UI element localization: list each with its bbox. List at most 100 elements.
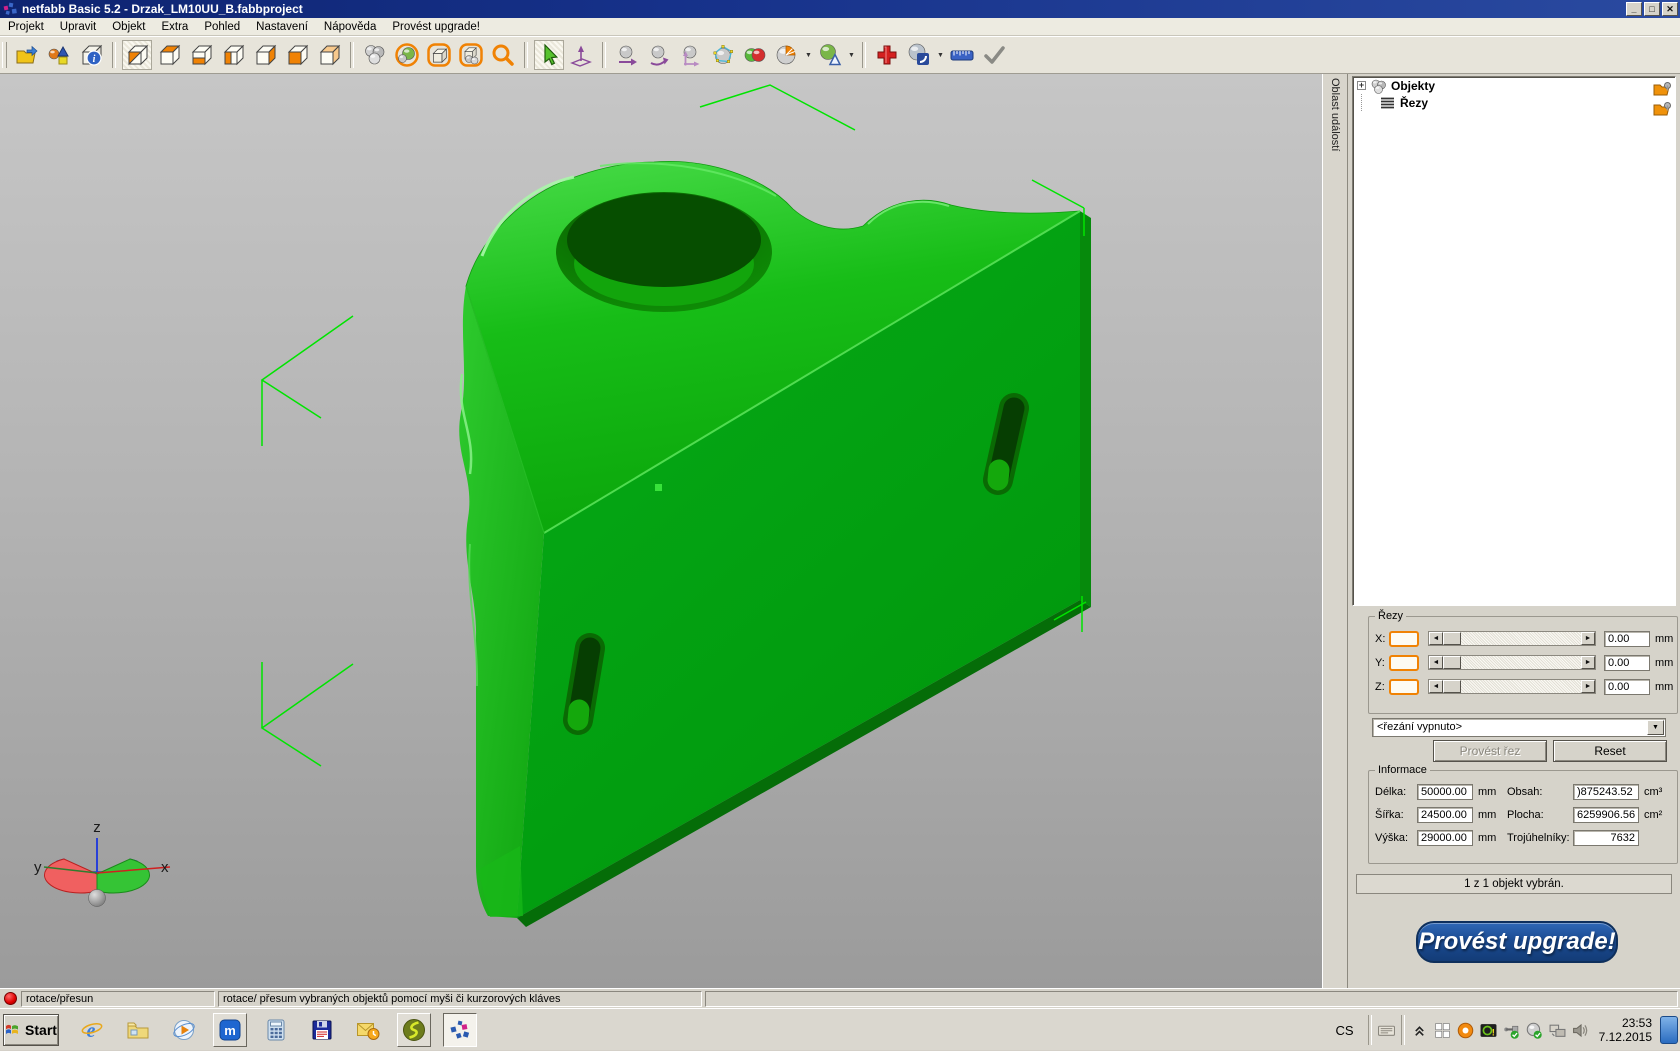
rotate-view-tool-icon[interactable] bbox=[566, 40, 596, 70]
nvidia-icon[interactable]: ! bbox=[1480, 1022, 1497, 1039]
chevron-down-icon[interactable]: ▼ bbox=[1647, 720, 1664, 735]
menu-item-upravit[interactable]: Upravit bbox=[52, 19, 104, 35]
internet-explorer-icon[interactable]: e bbox=[75, 1013, 109, 1047]
volume-icon[interactable] bbox=[1572, 1022, 1589, 1039]
slice-scrollbar[interactable]: ◄► bbox=[1428, 631, 1596, 646]
info-value-field[interactable]: 50000.00 bbox=[1417, 784, 1473, 800]
view-top-icon[interactable] bbox=[154, 40, 184, 70]
maxthon-icon[interactable]: m bbox=[213, 1013, 247, 1047]
select-tool-icon[interactable] bbox=[534, 40, 564, 70]
upgrade-button[interactable]: Provést upgrade! bbox=[1416, 921, 1618, 963]
scroll-right-icon[interactable]: ► bbox=[1581, 656, 1595, 669]
save-icon[interactable] bbox=[305, 1013, 339, 1047]
show-desktop-button[interactable] bbox=[1660, 1016, 1678, 1044]
menu-item-prov-st-upgrade[interactable]: Provést upgrade! bbox=[384, 19, 488, 35]
maximize-button[interactable]: □ bbox=[1644, 2, 1660, 16]
info-value-field[interactable]: )875243.52 bbox=[1573, 784, 1639, 800]
slice-position-field[interactable]: 0.00 bbox=[1604, 679, 1650, 695]
scroll-right-icon[interactable]: ► bbox=[1581, 680, 1595, 693]
scroll-left-icon[interactable]: ◄ bbox=[1429, 656, 1443, 669]
windows-icon[interactable] bbox=[1434, 1022, 1451, 1039]
slice-position-field[interactable]: 0.00 bbox=[1604, 631, 1650, 647]
load-objects-folder-icon[interactable] bbox=[1653, 81, 1672, 96]
network-icon[interactable] bbox=[1549, 1022, 1566, 1039]
avg-icon[interactable] bbox=[1457, 1022, 1474, 1039]
netfabb-icon[interactable] bbox=[443, 1013, 477, 1047]
cut-part-dropdown-icon[interactable]: ▼ bbox=[803, 40, 814, 70]
usb-icon[interactable] bbox=[1503, 1022, 1520, 1039]
spybot-icon[interactable] bbox=[397, 1013, 431, 1047]
view-right-icon[interactable] bbox=[250, 40, 280, 70]
scale-part-icon[interactable] bbox=[676, 40, 706, 70]
scroll-right-icon[interactable]: ► bbox=[1581, 632, 1595, 645]
viewport-3d[interactable]: z y x bbox=[0, 74, 1322, 988]
part-repair-icon[interactable] bbox=[872, 40, 902, 70]
minimize-button[interactable]: _ bbox=[1626, 2, 1642, 16]
open-project-icon[interactable] bbox=[12, 40, 42, 70]
calculator-icon[interactable] bbox=[259, 1013, 293, 1047]
menu-item-n-pov-da[interactable]: Nápověda bbox=[316, 19, 384, 35]
execute-slice-button[interactable]: Provést řez bbox=[1433, 740, 1547, 762]
toolbar-grip[interactable] bbox=[2, 42, 7, 68]
rotate-part-icon[interactable] bbox=[644, 40, 674, 70]
menu-item-projekt[interactable]: Projekt bbox=[0, 19, 52, 35]
event-panel-header[interactable]: Oblast událostí bbox=[1322, 74, 1348, 988]
cut-part-icon[interactable] bbox=[772, 40, 802, 70]
tree-expander-icon[interactable]: + bbox=[1357, 81, 1366, 90]
reset-button[interactable]: Reset bbox=[1553, 740, 1667, 762]
add-part-icon[interactable] bbox=[44, 40, 74, 70]
clock[interactable]: 23:53 7.12.2015 bbox=[1599, 1016, 1652, 1044]
scroll-left-icon[interactable]: ◄ bbox=[1429, 680, 1443, 693]
apply-icon[interactable] bbox=[979, 40, 1009, 70]
boolean-operation-icon[interactable] bbox=[740, 40, 770, 70]
slice-scrollbar[interactable]: ◄► bbox=[1428, 679, 1596, 694]
model-3d[interactable] bbox=[459, 161, 1091, 927]
menu-item-objekt[interactable]: Objekt bbox=[104, 19, 153, 35]
slice-toggle-button[interactable] bbox=[1389, 655, 1419, 671]
info-value-field[interactable]: 6259906.56 bbox=[1573, 807, 1639, 823]
automatic-repair-icon[interactable] bbox=[815, 40, 845, 70]
start-button[interactable]: Start bbox=[3, 1014, 59, 1046]
expand-tray-icon[interactable] bbox=[1411, 1022, 1428, 1039]
view-left-icon[interactable] bbox=[218, 40, 248, 70]
project-info-icon[interactable]: i bbox=[76, 40, 106, 70]
keyboard-icon[interactable] bbox=[1378, 1022, 1395, 1039]
automatic-repair-dropdown-icon[interactable]: ▼ bbox=[846, 40, 857, 70]
outlook-icon[interactable] bbox=[351, 1013, 385, 1047]
tree-item-ezy[interactable]: Řezy bbox=[1353, 94, 1675, 111]
zoom-to-parts-icon[interactable] bbox=[488, 40, 518, 70]
move-part-icon[interactable] bbox=[612, 40, 642, 70]
slice-position-field[interactable]: 0.00 bbox=[1604, 655, 1650, 671]
slice-toggle-button[interactable] bbox=[1389, 631, 1419, 647]
part-quality-icon[interactable] bbox=[904, 40, 934, 70]
scrollbar-thumb[interactable] bbox=[1443, 680, 1461, 693]
view-back-icon[interactable] bbox=[314, 40, 344, 70]
menu-item-extra[interactable]: Extra bbox=[153, 19, 196, 35]
info-value-field[interactable]: 29000.00 bbox=[1417, 830, 1473, 846]
scrollbar-thumb[interactable] bbox=[1443, 632, 1461, 645]
file-explorer-icon[interactable] bbox=[121, 1013, 155, 1047]
media-player-icon[interactable] bbox=[167, 1013, 201, 1047]
measure-icon[interactable] bbox=[947, 40, 977, 70]
view-isometric-icon[interactable] bbox=[122, 40, 152, 70]
part-quality-dropdown-icon[interactable]: ▼ bbox=[935, 40, 946, 70]
selection-center-handle[interactable] bbox=[655, 484, 662, 491]
scroll-left-icon[interactable]: ◄ bbox=[1429, 632, 1443, 645]
tree-item-objekty[interactable]: +Objekty bbox=[1353, 77, 1675, 94]
info-value-field[interactable]: 24500.00 bbox=[1417, 807, 1473, 823]
slice-mode-select[interactable]: <řezání vypnuto> ▼ bbox=[1372, 718, 1666, 737]
scrollbar-thumb[interactable] bbox=[1443, 656, 1461, 669]
menu-item-nastaven[interactable]: Nastavení bbox=[248, 19, 316, 35]
menu-item-pohled[interactable]: Pohled bbox=[196, 19, 248, 35]
slice-toggle-button[interactable] bbox=[1389, 679, 1419, 695]
show-platform-icon[interactable] bbox=[424, 40, 454, 70]
close-button[interactable]: ✕ bbox=[1662, 2, 1678, 16]
show-parts-and-platform-icon[interactable] bbox=[456, 40, 486, 70]
edit-triangles-icon[interactable] bbox=[708, 40, 738, 70]
load-slices-folder-icon[interactable] bbox=[1653, 101, 1672, 116]
view-bottom-icon[interactable] bbox=[186, 40, 216, 70]
view-front-icon[interactable] bbox=[282, 40, 312, 70]
info-value-field[interactable]: 7632 bbox=[1573, 830, 1639, 846]
update-icon[interactable] bbox=[1526, 1022, 1543, 1039]
show-selected-parts-icon[interactable] bbox=[392, 40, 422, 70]
